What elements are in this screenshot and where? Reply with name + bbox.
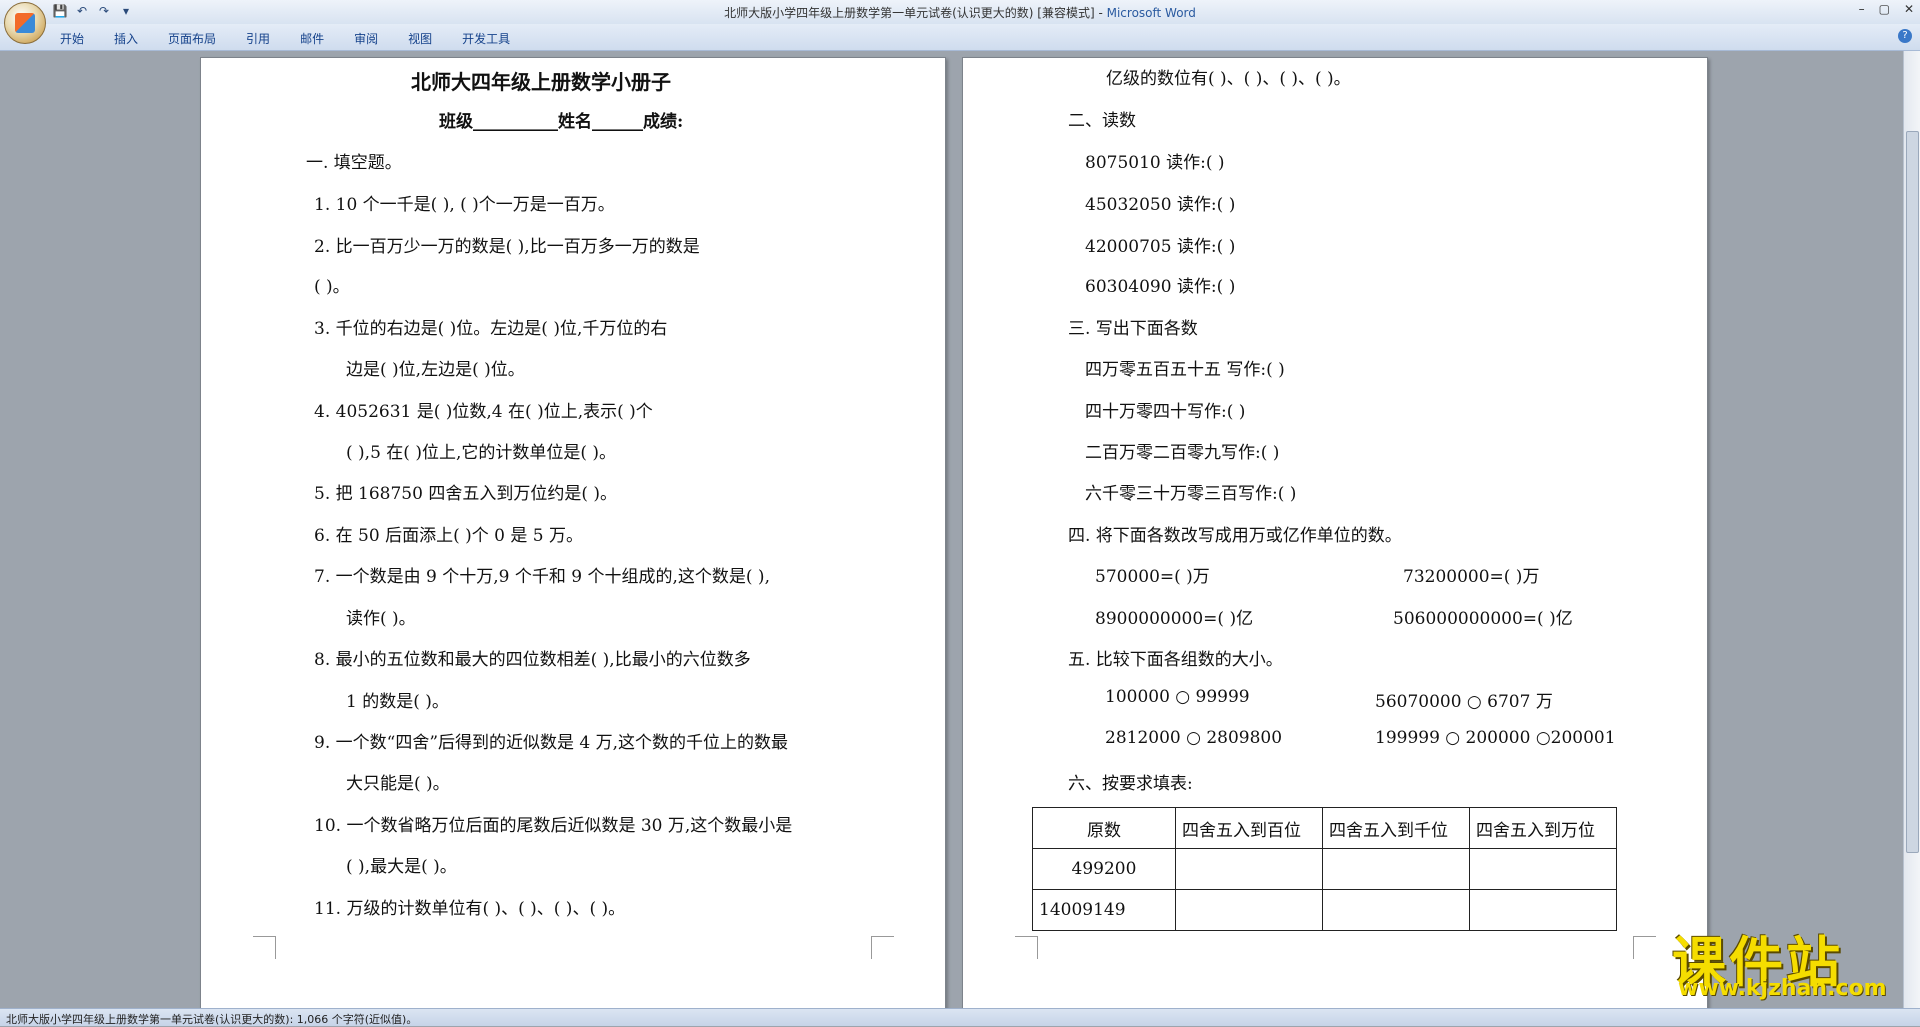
table-row: 499200	[1032, 848, 1617, 890]
question-line: 六千零三十万零三百写作:( )	[1085, 484, 1297, 504]
table-cell[interactable]	[1322, 848, 1470, 890]
question-line: 1. 10 个一千是( ), ( )个一万是一百万。	[314, 195, 615, 215]
question-line: 100000 ○ 99999	[1105, 687, 1250, 707]
margin-corner-mark	[1015, 936, 1038, 959]
section-5-title: 五. 比较下面各组数的大小。	[1068, 650, 1283, 670]
question-line: ( ),最大是( )。	[346, 857, 457, 877]
table-header-cell: 原数	[1032, 807, 1176, 849]
margin-corner-mark	[871, 936, 894, 959]
tab-insert[interactable]: 插入	[114, 30, 138, 47]
page-right[interactable]: 亿级的数位有( )、( )、( )、( )。 二、读数 8075010 读作:(…	[962, 57, 1708, 1008]
table-cell[interactable]: 499200	[1032, 848, 1176, 890]
question-line: 2812000 ○ 2809800	[1105, 728, 1283, 748]
margin-corner-mark	[253, 936, 276, 959]
question-line: 60304090 读作:( )	[1085, 277, 1236, 297]
tab-mailings[interactable]: 邮件	[300, 30, 324, 47]
question-line: 3. 千位的右边是( )位。左边是( )位,千万位的右	[314, 319, 668, 339]
question-line: 2. 比一百万少一万的数是( ),比一百万多一万的数是	[314, 237, 700, 257]
question-line: 199999 ○ 200000 ○200001	[1375, 728, 1616, 748]
tab-developer[interactable]: 开发工具	[462, 30, 510, 47]
question-line: 读作( )。	[346, 609, 416, 629]
tab-home[interactable]: 开始	[60, 30, 84, 47]
table-row: 14009149	[1032, 889, 1617, 931]
table-header-cell: 四舍五入到万位	[1469, 807, 1617, 849]
document-title: 北师大版小学四年级上册数学第一单元试卷(认识更大的数) [兼容模式] -	[724, 6, 1107, 20]
ribbon-tabs: 开始 插入 页面布局 引用 邮件 审阅 视图 开发工具	[60, 30, 510, 47]
maximize-button[interactable]: ▢	[1879, 2, 1890, 16]
table-header-cell: 四舍五入到千位	[1322, 807, 1470, 849]
question-line: 四十万零四十写作:( )	[1085, 402, 1246, 422]
table-header-cell: 四舍五入到百位	[1175, 807, 1323, 849]
scrollbar-thumb[interactable]	[1906, 131, 1919, 853]
table-cell[interactable]	[1469, 848, 1617, 890]
window-title: 北师大版小学四年级上册数学第一单元试卷(认识更大的数) [兼容模式] - Mic…	[0, 4, 1920, 21]
question-line: 506000000000=( )亿	[1393, 609, 1573, 629]
office-logo-icon	[15, 13, 35, 33]
question-line: 73200000=( )万	[1403, 567, 1540, 587]
question-line: 7. 一个数是由 9 个十万,9 个千和 9 个十组成的,这个数是( ),	[314, 567, 770, 587]
question-line: ( )。	[314, 277, 350, 297]
question-line: 二百万零二百零九写作:( )	[1085, 443, 1280, 463]
app-name: Microsoft Word	[1106, 6, 1196, 20]
section-1-title: 一. 填空题。	[306, 153, 402, 173]
help-icon[interactable]: ?	[1898, 29, 1912, 43]
question-line: 9. 一个数“四舍”后得到的近似数是 4 万,这个数的千位上的数最	[314, 733, 789, 753]
table-cell[interactable]: 14009149	[1032, 889, 1176, 931]
question-line: 8. 最小的五位数和最大的四位数相差( ),比最小的六位数多	[314, 650, 751, 670]
tab-page-layout[interactable]: 页面布局	[168, 30, 216, 47]
title-bar: 💾 ↶ ↷ ▾ 北师大版小学四年级上册数学第一单元试卷(认识更大的数) [兼容模…	[0, 0, 1920, 24]
status-bar: 北师大版小学四年级上册数学第一单元试卷(认识更大的数): 1,066 个字符(近…	[0, 1008, 1920, 1026]
site-watermark-logo: 课件站 www.kjzhan.com	[1668, 918, 1908, 1001]
table-header-row: 原数 四舍五入到百位 四舍五入到千位 四舍五入到万位	[1032, 807, 1617, 849]
question-line: 亿级的数位有( )、( )、( )、( )。	[1106, 69, 1351, 89]
page-left[interactable]: 北师大四年级上册数学小册子 班级__________姓名______成绩: 一.…	[200, 57, 946, 1008]
question-line: 4. 4052631 是( )位数,4 在( )位上,表示( )个	[314, 402, 653, 422]
section-4-title: 四. 将下面各数改写成用万或亿作单位的数。	[1068, 526, 1402, 546]
margin-corner-mark	[1633, 936, 1656, 959]
student-info-line: 班级__________姓名______成绩:	[439, 112, 684, 132]
rounding-table: 原数 四舍五入到百位 四舍五入到千位 四舍五入到万位 499200 140091…	[1032, 807, 1617, 931]
question-line: ( ),5 在( )位上,它的计数单位是( )。	[346, 443, 617, 463]
table-cell[interactable]	[1469, 889, 1617, 931]
office-button[interactable]	[4, 2, 46, 44]
question-line: 45032050 读作:( )	[1085, 195, 1236, 215]
table-cell[interactable]	[1175, 848, 1323, 890]
document-heading: 北师大四年级上册数学小册子	[411, 70, 671, 94]
question-line: 56070000 ○ 6707 万	[1375, 692, 1553, 712]
question-line: 8075010 读作:( )	[1085, 153, 1225, 173]
question-line: 11. 万级的计数单位有( )、( )、( )、( )。	[314, 899, 626, 919]
question-line: 四万零五百五十五 写作:( )	[1085, 360, 1285, 380]
vertical-scrollbar[interactable]	[1903, 51, 1920, 1008]
ribbon: 开始 插入 页面布局 引用 邮件 审阅 视图 开发工具 ?	[0, 24, 1920, 51]
question-line: 1 的数是( )。	[346, 692, 449, 712]
question-line: 大只能是( )。	[346, 774, 450, 794]
section-3-title: 三. 写出下面各数	[1068, 319, 1198, 339]
table-cell[interactable]	[1322, 889, 1470, 931]
question-line: 8900000000=( )亿	[1095, 609, 1254, 629]
question-line: 边是( )位,左边是( )位。	[346, 360, 525, 380]
tab-references[interactable]: 引用	[246, 30, 270, 47]
tab-review[interactable]: 审阅	[354, 30, 378, 47]
section-6-title: 六、按要求填表:	[1068, 774, 1193, 794]
question-line: 42000705 读作:( )	[1085, 237, 1236, 257]
question-line: 5. 把 168750 四舍五入到万位约是( )。	[314, 484, 617, 504]
question-line: 6. 在 50 后面添上( )个 0 是 5 万。	[314, 526, 583, 546]
minimize-button[interactable]: –	[1859, 2, 1865, 16]
question-line: 10. 一个数省略万位后面的尾数后近似数是 30 万,这个数最小是	[314, 816, 793, 836]
window-controls: – ▢ ✕	[1859, 2, 1914, 16]
section-2-title: 二、读数	[1068, 111, 1136, 131]
document-area: 北师大四年级上册数学小册子 班级__________姓名______成绩: 一.…	[0, 51, 1904, 1008]
watermark-url: www.kjzhan.com	[1678, 976, 1887, 1001]
tab-view[interactable]: 视图	[408, 30, 432, 47]
table-cell[interactable]	[1175, 889, 1323, 931]
question-line: 570000=( )万	[1095, 567, 1210, 587]
close-button[interactable]: ✕	[1904, 2, 1914, 16]
